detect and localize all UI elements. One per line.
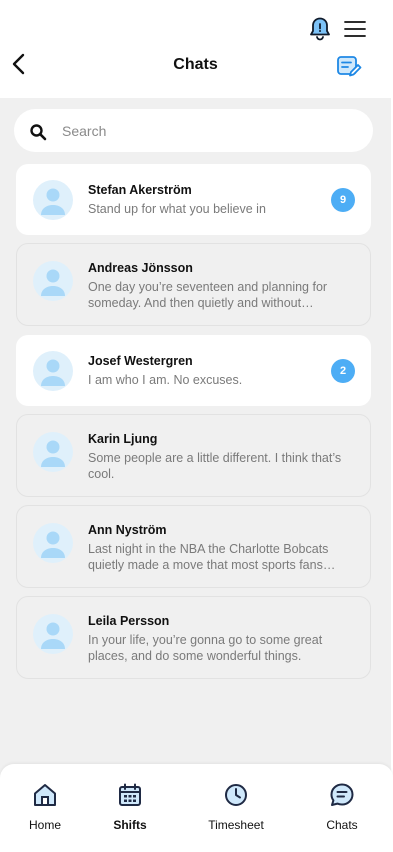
tab-label: Chats [326,818,358,832]
message-preview: Stand up for what you believe in [88,202,266,216]
chat-item-stefan-akerstrom[interactable]: Stefan Akerström Stand up for what you b… [16,164,371,235]
chat-item-ann-nystrom[interactable]: Ann Nyström Last night in the NBA the Ch… [16,505,371,588]
search-bar[interactable] [14,109,373,152]
chat-item-leila-persson[interactable]: Leila Persson In your life, you’re gonna… [16,596,371,679]
bell-icon[interactable] [308,16,332,42]
tab-label: Timesheet [208,818,264,832]
tab-shifts[interactable]: Shifts [90,782,170,842]
chat-item-karin-ljung[interactable]: Karin Ljung Some people are a little dif… [16,414,371,497]
message-preview: In your life, you’re gonna go to some gr… [88,633,323,663]
page-title: Chats [173,56,218,73]
calendar-icon [117,782,143,808]
tab-home[interactable]: Home [5,782,85,842]
bottom-tab-bar: Home Shifts Timesheet Chats [0,764,393,852]
tab-label: Shifts [113,818,147,832]
chat-item-josef-westergren[interactable]: Josef Westergren I am who I am. No excus… [16,335,371,406]
avatar [33,432,73,472]
contact-name: Josef Westergren [88,354,193,368]
contact-name: Karin Ljung [88,432,158,446]
avatar [33,261,73,301]
home-icon [32,782,58,808]
unread-badge: 2 [331,359,355,383]
contact-name: Ann Nyström [88,523,167,537]
tab-label: Home [28,818,61,832]
chat-icon [329,782,355,808]
message-preview: One day you’re seventeen and planning fo… [88,280,328,310]
tab-chats[interactable]: Chats [302,782,382,842]
contact-name: Andreas Jönsson [88,261,193,275]
avatar [33,614,73,654]
compose-icon[interactable] [336,55,362,79]
message-preview: Last night in the NBA the Charlotte Bobc… [88,542,336,572]
chats-screen: Chats Stefan Akerström Stand up for what… [0,0,391,852]
clock-icon [223,782,249,808]
contact-name: Leila Persson [88,614,170,628]
search-icon [29,123,47,141]
avatar [33,180,73,220]
chat-item-andreas-jonsson[interactable]: Andreas Jönsson One day you’re seventeen… [16,243,371,326]
avatar [33,351,73,391]
unread-badge: 9 [331,188,355,212]
menu-icon[interactable] [344,20,366,38]
message-preview: Some people are a little different. I th… [88,451,342,481]
message-preview: I am who I am. No excuses. [88,373,243,387]
search-input[interactable] [62,109,352,152]
tab-timesheet[interactable]: Timesheet [196,782,276,842]
contact-name: Stefan Akerström [88,183,192,197]
header: Chats [0,0,391,98]
avatar [33,523,73,563]
